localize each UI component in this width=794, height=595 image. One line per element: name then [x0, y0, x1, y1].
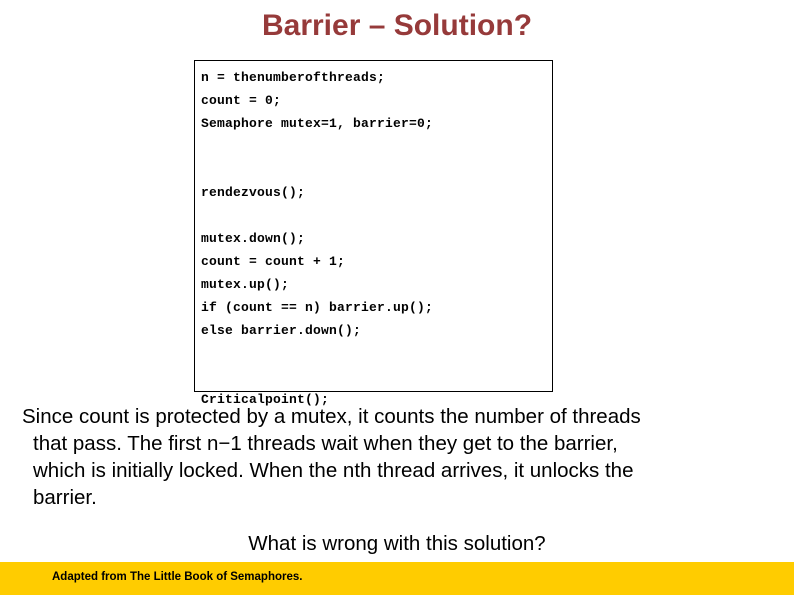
- question-text: What is wrong with this solution?: [248, 532, 546, 555]
- code-line: Semaphore mutex=1, barrier=0;: [201, 116, 434, 131]
- footer-attribution: Adapted from The Little Book of Semaphor…: [52, 571, 303, 583]
- code-line: else barrier.down();: [201, 323, 362, 338]
- code-line: rendezvous();: [201, 185, 306, 200]
- code-line: count = 0;: [201, 93, 282, 108]
- code-line: mutex.up();: [201, 277, 290, 292]
- body-paragraph-line: Since count is protected by a mutex, it …: [22, 405, 641, 428]
- code-line: count = count + 1;: [201, 254, 346, 269]
- footer-band: Adapted from The Little Book of Semaphor…: [0, 562, 794, 595]
- code-block-content: n = thenumberofthreads; count = 0; Semap…: [201, 66, 550, 411]
- slide-canvas: Barrier – Solution? n = thenumberofthrea…: [0, 0, 794, 595]
- body-paragraph-line: barrier.: [33, 486, 97, 509]
- code-line: if (count == n) barrier.up();: [201, 300, 434, 315]
- code-line: n = thenumberofthreads;: [201, 70, 386, 85]
- code-block: n = thenumberofthreads; count = 0; Semap…: [194, 60, 553, 407]
- body-paragraph: Since count is protected by a mutex, it …: [22, 403, 785, 511]
- body-paragraph-line: which is initially locked. When the nth …: [33, 459, 634, 482]
- body-paragraph-line: that pass. The first n−1 threads wait wh…: [33, 432, 618, 455]
- code-line: mutex.down();: [201, 231, 306, 246]
- page-title: Barrier – Solution?: [261, 9, 533, 42]
